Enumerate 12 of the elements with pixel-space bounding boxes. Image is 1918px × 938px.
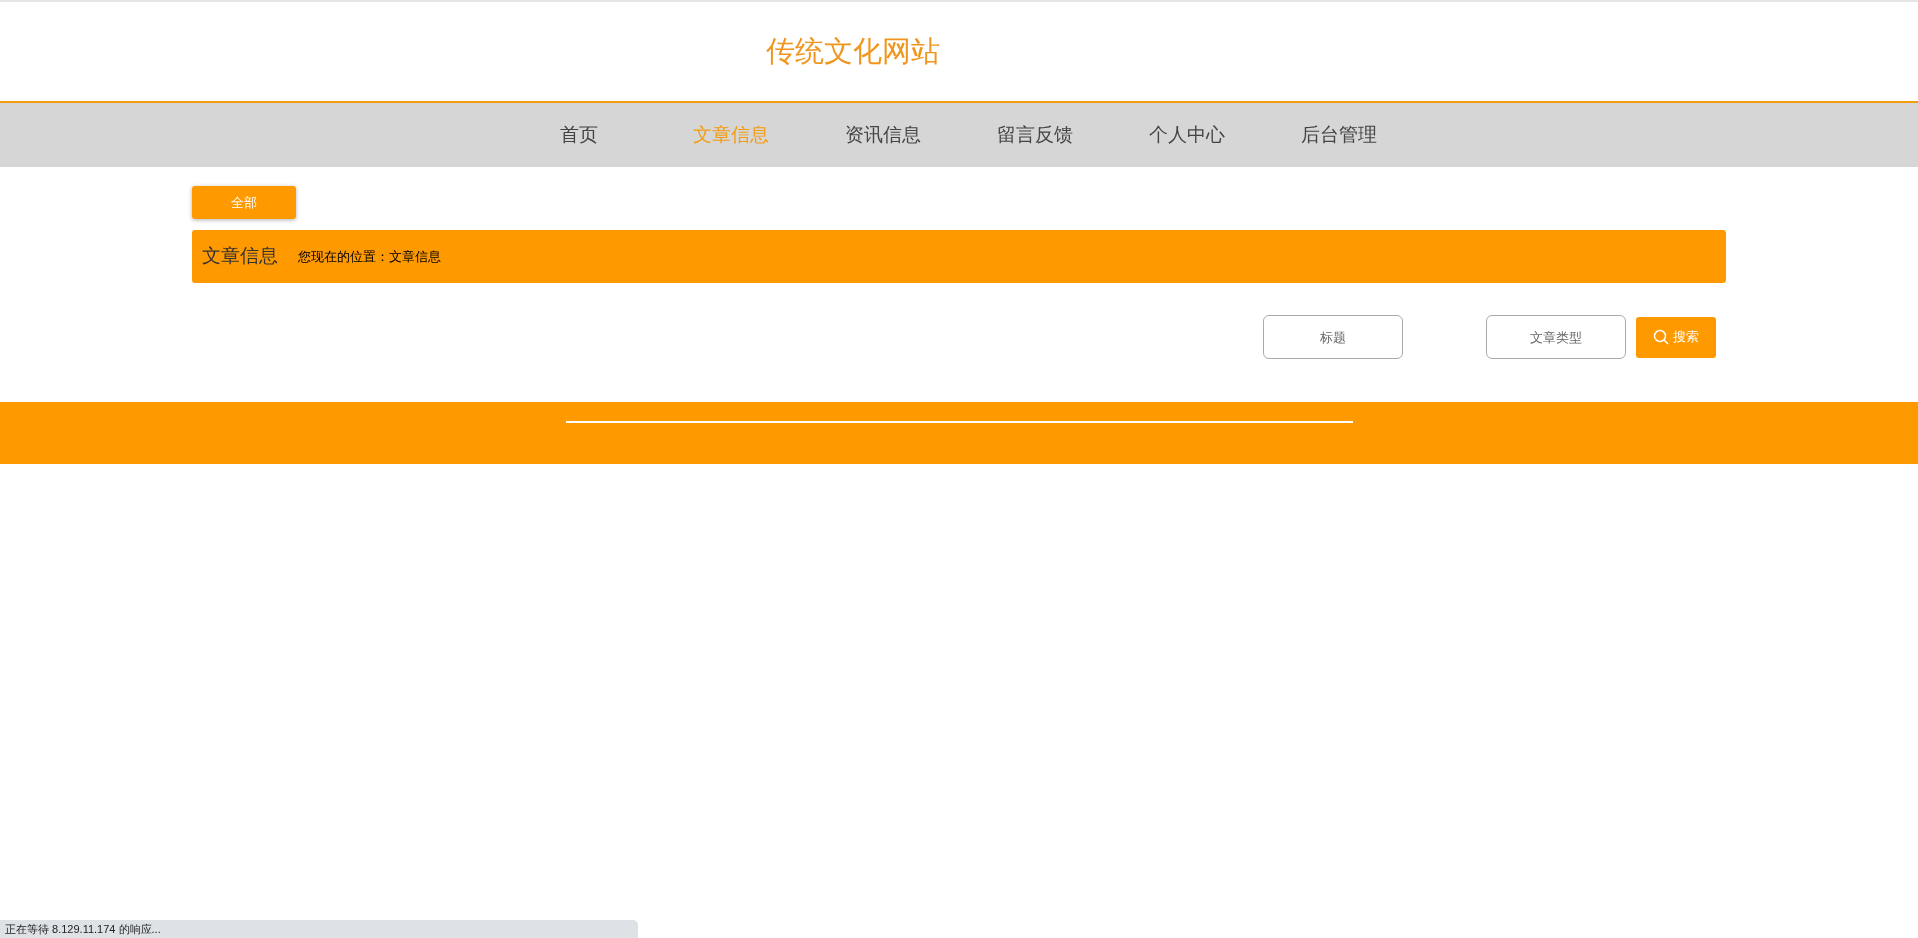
breadcrumb: 您现在的位置：文章信息 [298,247,441,266]
status-bar: 正在等待 8.129.11.174 的响应... [0,920,638,938]
nav-link[interactable]: 留言反馈 [959,120,1111,150]
nav-link[interactable]: 资讯信息 [807,120,959,150]
site-title: 传统文化网站 [766,33,940,69]
nav-link[interactable]: 首页 [503,120,655,150]
search-field[interactable]: 标题 [1263,315,1403,359]
banner-title: 文章信息 [202,244,278,269]
search-field[interactable]: 文章类型 [1486,315,1626,359]
nav-link[interactable]: 个人中心 [1111,120,1263,150]
nav-link[interactable]: 后台管理 [1263,120,1415,150]
search-icon [1653,329,1669,345]
